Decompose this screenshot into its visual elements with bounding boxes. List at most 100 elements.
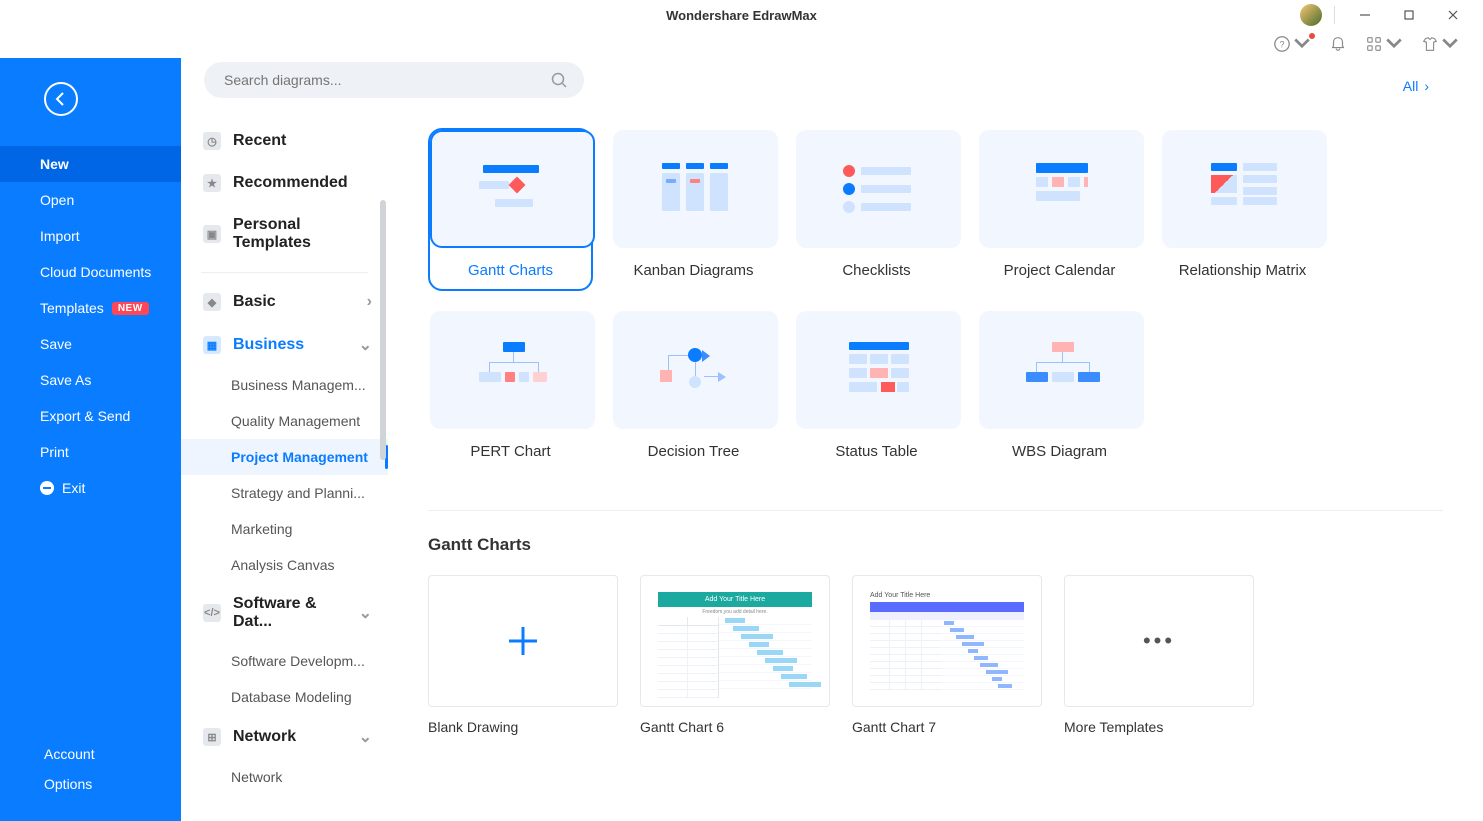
category-card-status[interactable]: Status Table	[794, 309, 959, 472]
sidebar-item-account[interactable]: Account	[0, 739, 181, 769]
minimize-button[interactable]	[1347, 0, 1383, 30]
sidebar: New Open Import Cloud Documents Template…	[0, 58, 181, 821]
sidebar-item-label: Templates	[40, 300, 104, 316]
card-preview	[1162, 130, 1327, 248]
card-preview	[796, 311, 961, 429]
template-gantt7[interactable]: Add Your Title HereGantt Chart 7	[852, 575, 1042, 735]
category-software[interactable]: </> Software & Dat... ⌄	[181, 583, 388, 643]
template-label: Gantt Chart 6	[640, 719, 830, 735]
category-card-calendar[interactable]: Project Calendar	[977, 128, 1142, 291]
grid-icon[interactable]	[1365, 35, 1403, 53]
sidebar-item-label: Export & Send	[40, 408, 130, 424]
search-input[interactable]	[204, 62, 584, 98]
back-button[interactable]	[44, 82, 78, 116]
all-link[interactable]: All ›	[1403, 78, 1429, 94]
sidebar-item-exit[interactable]: Exit	[0, 470, 181, 506]
sidebar-item-saveas[interactable]: Save As	[0, 362, 181, 398]
category-recent[interactable]: ◷ Recent	[181, 120, 388, 162]
subcat-project-mgmt[interactable]: Project Management	[181, 439, 388, 475]
new-badge: NEW	[112, 302, 149, 315]
sidebar-item-save[interactable]: Save	[0, 326, 181, 362]
card-label: Checklists	[796, 262, 957, 279]
category-basic[interactable]: ◆Basic›	[181, 281, 388, 323]
subcat-business-mgmt[interactable]: Business Managem...	[181, 367, 388, 403]
subcat-quality-mgmt[interactable]: Quality Management	[181, 403, 388, 439]
category-card-wbs[interactable]: WBS Diagram	[977, 309, 1142, 472]
subcat-software-dev[interactable]: Software Developm...	[181, 643, 388, 679]
sidebar-item-print[interactable]: Print	[0, 434, 181, 470]
template-thumb	[428, 575, 618, 707]
code-icon: </>	[203, 604, 221, 622]
category-business[interactable]: ▦Business⌄	[181, 323, 388, 367]
card-label: Project Calendar	[979, 262, 1140, 279]
subcat-database[interactable]: Database Modeling	[181, 679, 388, 715]
all-link-label: All	[1403, 78, 1419, 94]
sidebar-item-import[interactable]: Import	[0, 218, 181, 254]
template-gantt6[interactable]: Add Your Title HereFreedom,you add detai…	[640, 575, 830, 735]
bell-icon[interactable]	[1329, 35, 1347, 53]
sidebar-item-options[interactable]: Options	[0, 769, 181, 799]
app-title: Wondershare EdrawMax	[666, 8, 817, 23]
sidebar-item-new[interactable]: New	[0, 146, 181, 182]
sidebar-item-label: Open	[40, 192, 74, 208]
category-network[interactable]: ⊞Network⌄	[181, 715, 388, 759]
template-more[interactable]: •••More Templates	[1064, 575, 1254, 735]
sidebar-item-label: Exit	[62, 480, 85, 496]
template-label: Blank Drawing	[428, 719, 618, 735]
category-label: Software & Dat...	[233, 595, 347, 631]
subcat-analysis[interactable]: Analysis Canvas	[181, 547, 388, 583]
clock-icon: ◷	[203, 132, 221, 150]
sidebar-item-cloud[interactable]: Cloud Documents	[0, 254, 181, 290]
business-icon: ▦	[203, 336, 221, 354]
category-personal[interactable]: ▣Personal Templates	[181, 204, 388, 264]
category-card-kanban[interactable]: Kanban Diagrams	[611, 128, 776, 291]
sidebar-item-label: Save As	[40, 372, 91, 388]
subcat-strategy[interactable]: Strategy and Planni...	[181, 475, 388, 511]
card-label: PERT Chart	[430, 443, 591, 460]
network-icon: ⊞	[203, 728, 221, 746]
search-bar	[204, 62, 584, 98]
card-preview	[979, 130, 1144, 248]
shirt-icon[interactable]	[1421, 35, 1459, 53]
sidebar-item-open[interactable]: Open	[0, 182, 181, 218]
close-button[interactable]	[1435, 0, 1471, 30]
category-card-checklist[interactable]: Checklists	[794, 128, 959, 291]
category-card-gantt[interactable]: Gantt Charts	[428, 128, 593, 291]
category-label: Recommended	[233, 174, 348, 192]
category-card-decision[interactable]: Decision Tree	[611, 309, 776, 472]
star-icon: ★	[203, 174, 221, 192]
sidebar-item-templates[interactable]: Templates NEW	[0, 290, 181, 326]
template-blank[interactable]: Blank Drawing	[428, 575, 618, 735]
avatar[interactable]	[1300, 4, 1322, 26]
sidebar-item-label: Save	[40, 336, 72, 352]
sidebar-item-label: Account	[44, 746, 95, 762]
template-category-grid: Gantt ChartsKanban Diagrams Checklists Pro…	[428, 128, 1443, 472]
sidebar-item-label: New	[40, 156, 69, 172]
card-preview	[430, 130, 595, 248]
subcat-network[interactable]: Network	[181, 759, 388, 795]
scrollbar-thumb[interactable]	[380, 200, 386, 460]
help-icon[interactable]: ?	[1273, 35, 1311, 53]
search-icon[interactable]	[550, 71, 568, 92]
card-label: Status Table	[796, 443, 957, 460]
category-card-pert[interactable]: PERT Chart	[428, 309, 593, 472]
card-label: Decision Tree	[613, 443, 774, 460]
maximize-button[interactable]	[1391, 0, 1427, 30]
subcat-marketing[interactable]: Marketing	[181, 511, 388, 547]
category-label: Personal Templates	[233, 216, 372, 252]
category-label: Business	[233, 336, 304, 354]
sidebar-item-export[interactable]: Export & Send	[0, 398, 181, 434]
category-label: Basic	[233, 293, 276, 311]
category-scroll[interactable]: ◷ Recent ★ Recommended ▣Personal Templates…	[181, 120, 388, 821]
card-preview	[796, 130, 961, 248]
card-label: WBS Diagram	[979, 443, 1140, 460]
category-card-matrix[interactable]: Relationship Matrix	[1160, 128, 1325, 291]
template-label: Gantt Chart 7	[852, 719, 1042, 735]
category-recommended[interactable]: ★ Recommended	[181, 162, 388, 204]
category-panel: ◷ Recent ★ Recommended ▣Personal Templates…	[181, 58, 388, 821]
card-preview	[430, 311, 595, 429]
category-label: Recent	[233, 132, 286, 150]
chevron-down-icon: ⌄	[359, 603, 372, 623]
template-thumb: Add Your Title HereFreedom,you add detai…	[640, 575, 830, 707]
card-preview	[613, 311, 778, 429]
